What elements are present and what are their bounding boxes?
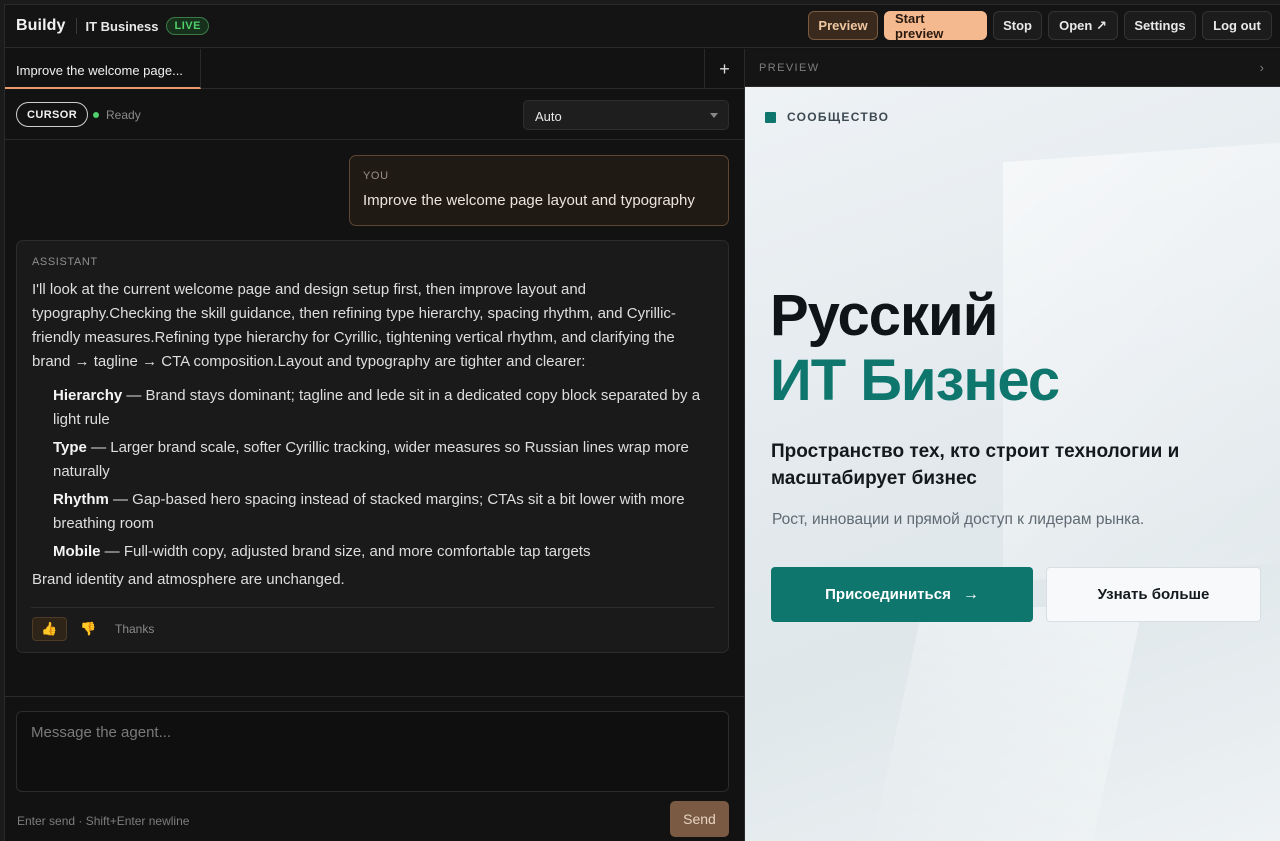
list-item: Mobile — Full-width copy, adjusted brand… <box>53 540 714 564</box>
agent-status: Ready <box>93 108 141 122</box>
list-item: Type — Larger brand scale, softer Cyrill… <box>53 436 714 484</box>
square-icon <box>765 111 776 123</box>
list-item-title: Hierarchy <box>53 387 123 404</box>
divider <box>75 18 77 34</box>
hero-lede: Рост, инновации и прямой доступ к лидера… <box>772 511 1145 528</box>
assistant-message: ASSISTANT I'll look at the current welco… <box>16 240 729 653</box>
eyebrow: СООБЩЕСТВО <box>765 110 889 124</box>
feedback-label: Thanks <box>115 622 155 636</box>
thumbs-up-icon[interactable]: 👍 <box>32 617 67 641</box>
preview-panel: PREVIEW › СООБЩЕСТВО Русский ИТ Бизнес П… <box>744 49 1280 841</box>
tab-bar: Improve the welcome page... + <box>5 49 744 89</box>
app-logo: Buildy <box>16 17 66 34</box>
message-divider <box>31 607 714 608</box>
background-decoration <box>867 607 1143 841</box>
preview-header: PREVIEW › <box>745 49 1280 87</box>
model-select[interactable]: Auto <box>523 100 729 130</box>
project-name: IT Business <box>85 18 159 34</box>
message-role: YOU <box>363 170 389 182</box>
preview-canvas[interactable]: СООБЩЕСТВО Русский ИТ Бизнес Пространств… <box>745 87 1280 841</box>
open-button[interactable]: Open ↗ <box>1048 11 1118 40</box>
user-message: YOU Improve the welcome page layout and … <box>349 155 729 226</box>
change-list: Hierarchy — Brand stays dominant; taglin… <box>53 384 714 564</box>
send-button[interactable]: Send <box>670 801 729 837</box>
chat-panel: Improve the welcome page... + CURSOR Rea… <box>5 49 744 841</box>
thumbs-down-icon[interactable]: 👎 <box>80 621 96 637</box>
chevron-right-icon[interactable]: › <box>1260 60 1264 75</box>
eyebrow-label: СООБЩЕСТВО <box>787 110 890 124</box>
settings-button[interactable]: Settings <box>1124 11 1196 40</box>
join-button-label: Присоединиться <box>825 586 951 603</box>
list-item-title: Type <box>53 439 87 456</box>
learn-more-button[interactable]: Узнать больше <box>1046 567 1261 622</box>
agent-badge[interactable]: CURSOR <box>16 102 89 127</box>
stop-button[interactable]: Stop <box>993 11 1042 40</box>
agent-toolbar: CURSOR Ready Auto <box>5 90 744 140</box>
list-item-text: — Larger brand scale, softer Cyrillic tr… <box>53 439 689 480</box>
list-item-text: — Full-width copy, adjusted brand size, … <box>100 543 591 560</box>
live-badge: LIVE <box>166 17 209 35</box>
composer-area: Enter send · Shift+Enter newline Send <box>5 696 744 841</box>
preview-button[interactable]: Preview <box>808 11 878 40</box>
list-item: Hierarchy — Brand stays dominant; taglin… <box>53 384 714 432</box>
message-outro: Brand identity and atmosphere are unchan… <box>32 571 345 588</box>
status-label: Ready <box>106 108 141 122</box>
hero-tagline: Пространство тех, кто строит технологии … <box>771 441 1180 489</box>
join-button[interactable]: Присоединиться → <box>771 567 1033 622</box>
new-tab-button[interactable]: + <box>704 49 744 89</box>
list-item-text: — Brand stays dominant; tagline and lede… <box>53 387 701 428</box>
message-list[interactable]: YOU Improve the welcome page layout and … <box>5 141 744 696</box>
app-window: Buildy IT Business LIVE Preview Start pr… <box>4 4 1280 841</box>
top-bar: Buildy IT Business LIVE Preview Start pr… <box>5 5 1280 48</box>
chevron-down-icon <box>710 113 718 118</box>
message-role: ASSISTANT <box>32 256 98 268</box>
list-item: Rhythm — Gap-based hero spacing instead … <box>53 488 714 536</box>
tab-conversation[interactable]: Improve the welcome page... <box>5 49 201 89</box>
message-text: Improve the welcome page layout and typo… <box>363 192 695 209</box>
logout-button[interactable]: Log out <box>1202 11 1272 40</box>
list-item-text: — Gap-based hero spacing instead of stac… <box>53 491 685 532</box>
top-actions: Preview Start preview Stop Open ↗ Settin… <box>808 11 1272 41</box>
list-item-title: Rhythm <box>53 491 109 508</box>
model-select-value: Auto <box>535 109 562 124</box>
message-text: I'll look at the current welcome page an… <box>32 281 676 370</box>
hero-title-line2: ИТ Бизнес <box>770 348 1060 413</box>
composer-hint: Enter send · Shift+Enter newline <box>17 814 190 828</box>
preview-label: PREVIEW <box>759 62 820 74</box>
message-input[interactable] <box>16 711 729 792</box>
start-preview-button[interactable]: Start preview <box>884 11 987 41</box>
list-item-title: Mobile <box>53 543 101 560</box>
arrow-right-icon: → <box>962 585 979 603</box>
hero-title-line1: Русский <box>770 283 998 348</box>
status-dot-icon <box>93 112 99 118</box>
